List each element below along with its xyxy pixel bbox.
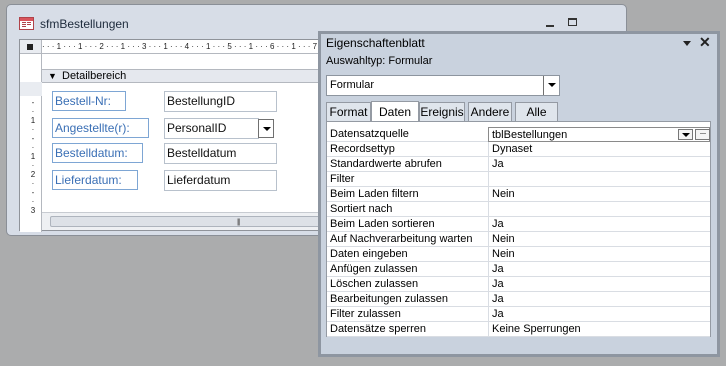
property-row[interactable]: Daten eingeben Nein (327, 247, 710, 262)
form-icon (19, 17, 34, 30)
property-value-text: Ja (492, 218, 504, 230)
detail-section-label: Detailbereich (62, 70, 127, 82)
vertical-ruler-strip: - · 1 · - · 1 · 2 · - · 3 (20, 54, 42, 232)
form-window-title: sfmBestellungen (40, 17, 129, 31)
property-value-text: tblBestellungen (492, 129, 568, 141)
property-name: Bearbeitungen zulassen (330, 293, 449, 305)
close-icon[interactable]: ✕ (699, 34, 711, 51)
property-value[interactable] (488, 172, 710, 187)
property-row[interactable]: Datensatzquelle tblBestellungen ··· (327, 127, 710, 142)
property-name: Sortiert nach (330, 203, 393, 215)
property-row[interactable]: Bearbeitungen zulassen Ja (327, 292, 710, 307)
property-grid: Datensatzquelle tblBestellungen ··· Records… (326, 121, 711, 337)
tab-andere[interactable]: Andere (468, 102, 512, 122)
label-bestell-nr[interactable]: Bestell-Nr: (52, 91, 126, 111)
property-name: Beim Laden filtern (330, 188, 419, 200)
vertical-ruler[interactable]: - · 1 · - · 1 · 2 · - · 3 (26, 98, 40, 220)
maximize-icon[interactable] (565, 16, 579, 30)
form-selector[interactable] (20, 40, 42, 54)
object-selector-value: Formular (330, 79, 375, 91)
property-row[interactable]: Recordsettyp Dynaset (327, 142, 710, 157)
tab-daten[interactable]: Daten (371, 101, 419, 122)
property-name: Datensätze sperren (330, 323, 426, 335)
property-row[interactable]: Beim Laden sortieren Ja (327, 217, 710, 232)
property-value-text: Ja (492, 293, 504, 305)
pane-menu-icon[interactable] (682, 38, 693, 49)
section-arrow-icon: ▼ (48, 71, 57, 81)
property-name: Auf Nachverarbeitung warten (330, 233, 473, 245)
chevron-down-icon[interactable] (678, 129, 693, 140)
property-row[interactable]: Anfügen zulassen Ja (327, 262, 710, 277)
field-personalid[interactable]: PersonalID (164, 118, 259, 139)
property-row[interactable]: Datensätze sperren Keine Sperrungen (327, 322, 710, 337)
property-value-text: Keine Sperrungen (492, 323, 581, 335)
property-name: Datensatzquelle (330, 128, 409, 140)
property-value[interactable]: Ja (488, 262, 710, 277)
property-name: Beim Laden sortieren (330, 218, 435, 230)
property-value-text: Ja (492, 263, 504, 275)
property-value[interactable]: tblBestellungen ··· (488, 127, 710, 142)
property-value-text: Ja (492, 158, 504, 170)
property-value[interactable]: Nein (488, 247, 710, 262)
property-value-text: Dynaset (492, 143, 533, 155)
field-lieferdatum[interactable]: Lieferdatum (164, 170, 277, 191)
property-name: Filter (330, 173, 355, 185)
property-value-text: Ja (492, 308, 504, 320)
selection-type: Auswahltyp: Formular (326, 55, 433, 67)
property-value[interactable]: Ja (488, 292, 710, 307)
field-bestellungid[interactable]: BestellungID (164, 91, 277, 112)
label-bestelldatum[interactable]: Bestelldatum: (52, 143, 143, 163)
chevron-down-icon[interactable] (543, 76, 559, 95)
property-value[interactable]: Ja (488, 307, 710, 322)
property-value[interactable]: Ja (488, 277, 710, 292)
minimize-icon[interactable] (543, 16, 557, 30)
property-value[interactable] (488, 202, 710, 217)
property-value-text: Nein (492, 188, 515, 200)
tab-alle[interactable]: Alle (515, 102, 558, 122)
property-value[interactable]: Ja (488, 157, 710, 172)
property-row[interactable]: Sortiert nach (327, 202, 710, 217)
property-name: Anfügen zulassen (330, 263, 418, 275)
property-value-text: Ja (492, 278, 504, 290)
property-row[interactable]: Standardwerte abrufen Ja (327, 157, 710, 172)
property-value[interactable]: Dynaset (488, 142, 710, 157)
property-name: Daten eingeben (330, 248, 408, 260)
property-name: Filter zulassen (330, 308, 401, 320)
property-name: Löschen zulassen (330, 278, 419, 290)
property-row[interactable]: Löschen zulassen Ja (327, 277, 710, 292)
property-value-text: Nein (492, 233, 515, 245)
field-bestelldatum[interactable]: Bestelldatum (164, 143, 277, 164)
section-selector[interactable] (20, 82, 42, 96)
tab-format[interactable]: Format (326, 102, 371, 122)
property-value[interactable]: Nein (488, 232, 710, 247)
combo-dropdown-icon[interactable] (258, 119, 274, 138)
property-name: Standardwerte abrufen (330, 158, 442, 170)
object-selector[interactable]: Formular (326, 75, 560, 96)
property-sheet-title: Eigenschaftenblatt (326, 36, 425, 50)
tab-ereignis[interactable]: Ereignis (419, 102, 465, 122)
label-angestellte[interactable]: Angestellte(r): (52, 118, 149, 138)
property-name: Recordsettyp (330, 143, 395, 155)
builder-ellipsis-icon[interactable]: ··· (695, 129, 710, 140)
property-value[interactable]: Nein (488, 187, 710, 202)
label-lieferdatum[interactable]: Lieferdatum: (52, 170, 138, 190)
property-value[interactable]: Ja (488, 217, 710, 232)
property-sheet: Eigenschaftenblatt ✕ Auswahltyp: Formula… (318, 31, 720, 357)
property-row[interactable]: Beim Laden filtern Nein (327, 187, 710, 202)
property-row[interactable]: Filter (327, 172, 710, 187)
property-value-text: Nein (492, 248, 515, 260)
property-row[interactable]: Auf Nachverarbeitung warten Nein (327, 232, 710, 247)
property-row[interactable]: Filter zulassen Ja (327, 307, 710, 322)
property-value[interactable]: Keine Sperrungen (488, 322, 710, 337)
